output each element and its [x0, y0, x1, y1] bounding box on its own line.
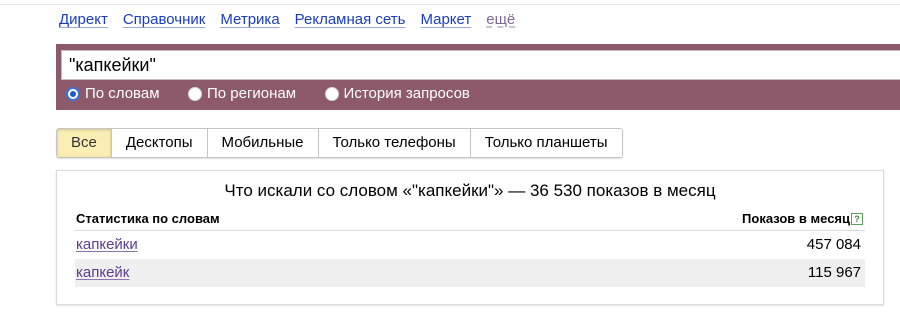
- column-header-impressions: Показов в месяц ?: [742, 211, 863, 226]
- results-title: Что искали со словом «"капкейки"» — 36 5…: [224, 181, 716, 200]
- top-divider: [0, 4, 900, 5]
- impressions-count: 115 967: [807, 264, 861, 281]
- search-mode-group: По словам По регионам История запросов: [66, 85, 494, 105]
- radio-unselected-icon: [324, 86, 339, 101]
- search-input[interactable]: [61, 50, 900, 80]
- nav-link-market[interactable]: Маркет: [420, 11, 471, 28]
- nav-more-link[interactable]: ещё: [486, 11, 515, 28]
- tab-all[interactable]: Все: [57, 129, 111, 157]
- tab-tablets-only[interactable]: Только планшеты: [469, 129, 622, 157]
- table-row: капкейк 115 967: [75, 259, 865, 287]
- nav-link-ad-network[interactable]: Рекламная сеть: [295, 11, 406, 28]
- radio-by-words-label: По словам: [85, 85, 160, 102]
- nav-link-direct[interactable]: Директ: [59, 11, 108, 28]
- help-icon[interactable]: ?: [851, 212, 863, 225]
- tab-desktops[interactable]: Десктопы: [110, 129, 207, 157]
- results-table: капкейки 457 084 капкейк 115 967: [75, 231, 865, 287]
- tab-phones-only[interactable]: Только телефоны: [317, 129, 470, 157]
- radio-unselected-icon: [187, 86, 202, 101]
- radio-by-words[interactable]: По словам: [66, 85, 160, 102]
- results-panel: Что искали со словом «"капкейки"» — 36 5…: [56, 170, 884, 305]
- table-row: капкейки 457 084: [75, 231, 865, 259]
- column-header-words: Статистика по словам: [76, 211, 220, 226]
- column-header-impressions-label: Показов в месяц: [742, 211, 850, 226]
- radio-selected-icon: [66, 86, 80, 101]
- keyword-link[interactable]: капкейк: [76, 264, 129, 281]
- impressions-count: 457 084: [806, 236, 861, 253]
- radio-by-regions[interactable]: По регионам: [187, 85, 297, 102]
- search-band: По словам По регионам История запросов: [56, 44, 900, 110]
- device-tabs: Все Десктопы Мобильные Только телефоны Т…: [56, 128, 623, 158]
- nav-link-metrika[interactable]: Метрика: [220, 11, 279, 28]
- radio-by-regions-label: По регионам: [206, 85, 297, 102]
- nav-link-directory[interactable]: Справочник: [123, 11, 206, 28]
- tab-mobile[interactable]: Мобильные: [206, 129, 318, 157]
- keyword-link[interactable]: капкейки: [76, 236, 138, 253]
- radio-query-history[interactable]: История запросов: [324, 85, 470, 102]
- services-nav: Директ Справочник Метрика Рекламная сеть Мар…: [59, 11, 515, 33]
- radio-query-history-label: История запросов: [343, 85, 470, 102]
